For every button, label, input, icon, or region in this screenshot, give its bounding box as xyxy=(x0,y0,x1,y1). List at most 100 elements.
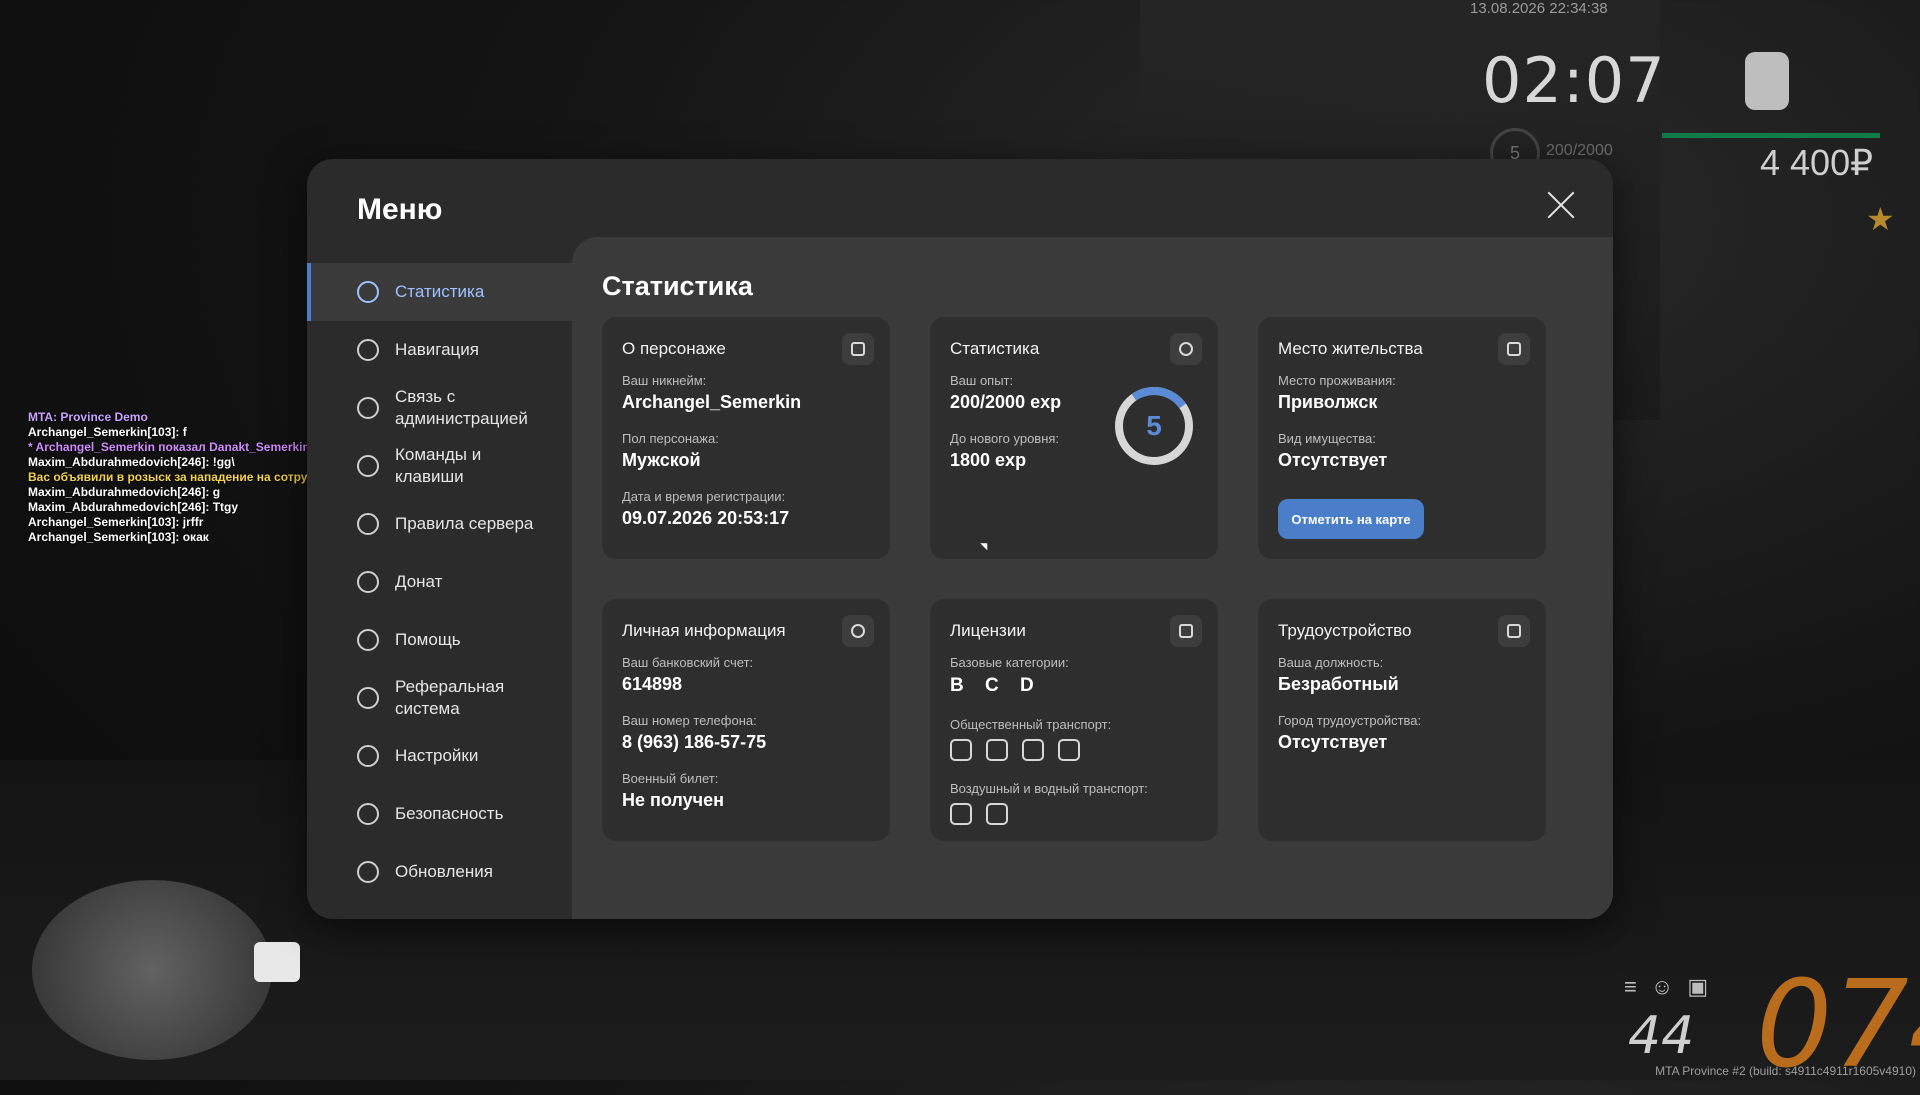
field-label: Место проживания: xyxy=(1278,373,1396,388)
close-button[interactable] xyxy=(1545,189,1577,221)
compass-icon xyxy=(357,339,379,361)
card-title: Личная информация xyxy=(622,621,786,640)
menu-title: Меню xyxy=(357,193,443,226)
sidebar-item-updates[interactable]: Обновления xyxy=(307,843,562,901)
sidebar-item-settings[interactable]: Настройки xyxy=(307,727,562,785)
sidebar-item-label: Правила сервера xyxy=(395,514,534,533)
card-licenses: Лицензии Базовые категории: B C D Общест… xyxy=(930,599,1218,841)
minimap xyxy=(32,880,272,1060)
field-label: Военный билет: xyxy=(622,771,719,786)
field-label: Ваш опыт: xyxy=(950,373,1014,388)
field-label: Ваш номер телефона: xyxy=(622,713,757,728)
health-bar xyxy=(1662,133,1880,138)
card-title: Статистика xyxy=(950,339,1040,358)
hud-exp: 200/2000 xyxy=(1546,142,1613,159)
seatbelt-icon: ☺ xyxy=(1650,974,1674,999)
air-water-transport-field: Воздушный и водный транспорт: xyxy=(950,781,1148,796)
level-progress-arc xyxy=(1108,380,1200,472)
network-icon xyxy=(357,687,379,709)
card-title: Место жительства xyxy=(1278,339,1423,358)
position-field: Ваша должность: Безработный xyxy=(1278,655,1399,695)
headset-icon xyxy=(357,397,379,419)
sidebar-item-rules[interactable]: Правила сервера xyxy=(307,495,562,553)
field-value: Отсутствует xyxy=(1278,732,1388,752)
sidebar-item-security[interactable]: Безопасность xyxy=(307,785,562,843)
menu-window: Меню Статистика Навигация Связь с админи… xyxy=(307,159,1613,919)
pie-chart-icon xyxy=(1170,333,1202,365)
field-value: 09.07.2026 20:53:17 xyxy=(622,508,790,528)
sidebar-item-help[interactable]: Помощь xyxy=(307,611,562,669)
public-transport-icons xyxy=(950,739,1080,761)
field-value: 8 (963) 186-57-75 xyxy=(622,732,767,752)
sidebar-item-label: Безопасность xyxy=(395,804,504,823)
gear-icon xyxy=(357,745,379,767)
content-panel: Статистика О персонаже Ваш никнейм: Arch… xyxy=(572,237,1613,919)
sidebar-item-label: Связь с администрацией xyxy=(395,387,528,428)
job-city-field: Город трудоустройства: Отсутствует xyxy=(1278,713,1421,753)
mark-on-map-button[interactable]: Отметить на карте xyxy=(1278,499,1424,539)
scales-icon xyxy=(357,513,379,535)
page-title: Статистика xyxy=(602,271,753,301)
card-title: Трудоустройство xyxy=(1278,621,1412,640)
field-value: Безработный xyxy=(1278,674,1399,694)
card-residence: Место жительства Место проживания: Приво… xyxy=(1258,317,1546,559)
handshake-icon xyxy=(357,629,379,651)
house-icon xyxy=(1498,333,1530,365)
field-value: 200/2000 exp xyxy=(950,392,1062,412)
wallet-icon xyxy=(357,571,379,593)
sidebar-item-admin-contact[interactable]: Связь с администрацией xyxy=(307,379,562,437)
sidebar-item-label: Настройки xyxy=(395,746,479,765)
field-label: Ваша должность: xyxy=(1278,655,1384,670)
vehicle-status-icons: ≡ ☺ ▣ xyxy=(1624,974,1724,1000)
field-label: Общественный транспорт: xyxy=(950,717,1112,732)
sidebar-item-label: Обновления xyxy=(395,862,493,881)
sidebar-item-label: Статистика xyxy=(395,282,485,301)
keyboard-icon xyxy=(357,455,379,477)
sidebar: Статистика Навигация Связь с администрац… xyxy=(307,263,612,901)
hud-fuel: 44 xyxy=(1628,1006,1695,1066)
sidebar-item-stats[interactable]: Статистика xyxy=(307,263,612,321)
plane-icon xyxy=(950,803,972,825)
player-avatar xyxy=(254,942,300,982)
residence-field: Место проживания: Приволжск xyxy=(1278,373,1396,413)
sidebar-item-label: Навигация xyxy=(395,340,479,359)
card-personal-info: Личная информация Ваш банковский счет: 6… xyxy=(602,599,890,841)
trolleybus-icon xyxy=(950,739,972,761)
headlights-icon: ≡ xyxy=(1624,974,1637,999)
card-title: О персонаже xyxy=(622,339,726,358)
field-label: Базовые категории: xyxy=(950,655,1069,670)
field-value: 1800 exp xyxy=(950,450,1027,470)
sidebar-item-donate[interactable]: Донат xyxy=(307,553,562,611)
card-character: О персонаже Ваш никнейм: Archangel_Semer… xyxy=(602,317,890,559)
fist-icon xyxy=(1745,52,1789,110)
sidebar-item-referral[interactable]: Реферальная система xyxy=(307,669,562,727)
tram-icon xyxy=(1022,739,1044,761)
card-stats: Статистика Ваш опыт: 200/2000 exp До нов… xyxy=(930,317,1218,559)
next-level-field: До нового уровня: 1800 exp xyxy=(950,431,1059,471)
ship-icon xyxy=(986,803,1008,825)
sidebar-item-navigation[interactable]: Навигация xyxy=(307,321,562,379)
field-value: 614898 xyxy=(622,674,683,694)
hammer-icon xyxy=(1498,615,1530,647)
field-value: Отсутствует xyxy=(1278,450,1388,470)
sidebar-item-label: Донат xyxy=(395,572,443,591)
field-label: Дата и время регистрации: xyxy=(622,489,786,504)
card-title: Лицензии xyxy=(950,621,1026,640)
field-label: Воздушный и водный транспорт: xyxy=(950,781,1148,796)
air-water-transport-icons xyxy=(950,803,1008,825)
field-label: Вид имущества: xyxy=(1278,431,1376,446)
hud-datetime: 13.08.2026 22:34:38 xyxy=(1470,0,1608,17)
wanted-star-icon: ★ xyxy=(1866,201,1895,237)
bank-account-field: Ваш банковский счет: 614898 xyxy=(622,655,753,695)
hud-clock: 02:07 xyxy=(1482,44,1666,117)
exp-field: Ваш опыт: 200/2000 exp xyxy=(950,373,1061,413)
hud-money: 4 400₽ xyxy=(1760,142,1873,183)
gender-field: Пол персонажа: Мужской xyxy=(622,431,719,471)
bus-icon xyxy=(986,739,1008,761)
shield-icon xyxy=(357,803,379,825)
user-icon xyxy=(842,333,874,365)
field-value: Не получен xyxy=(622,790,724,810)
sidebar-item-commands[interactable]: Команды и клавиши xyxy=(307,437,562,495)
public-transport-field: Общественный транспорт: xyxy=(950,717,1111,732)
nickname-field: Ваш никнейм: Archangel_Semerkin xyxy=(622,373,801,413)
